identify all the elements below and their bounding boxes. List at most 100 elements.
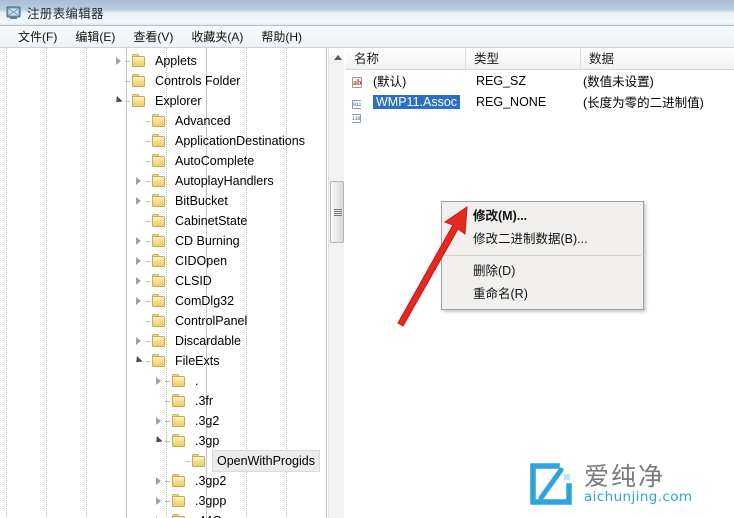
tree-connector xyxy=(165,420,170,422)
expand-arrow-icon[interactable] xyxy=(152,491,165,511)
menu-edit[interactable]: 编辑(E) xyxy=(66,26,124,48)
scroll-up-arrow-icon[interactable] xyxy=(329,48,344,64)
folder-icon xyxy=(151,294,167,308)
tree-item[interactable]: CabinetState xyxy=(0,211,344,231)
context-menu[interactable]: 修改(M)... 修改二进制数据(B)... 删除(D) 重命名(R) xyxy=(441,201,644,310)
tree-connector xyxy=(145,280,150,282)
value-row[interactable]: 011 110 WMP11.Assoc REG_NONE (长度为零的二进制值) xyxy=(346,91,734,123)
tree-connector xyxy=(145,340,150,342)
list-rows: ab (默认) REG_SZ (数值未设置) 011 110 WMP11.Assoc REG_… xyxy=(346,70,734,123)
tree-item[interactable]: .3fr xyxy=(0,391,344,411)
tree-item[interactable]: . xyxy=(0,371,344,391)
tree-connector xyxy=(165,440,170,442)
tree-item[interactable]: AutoplayHandlers xyxy=(0,171,344,191)
tree-item[interactable]: CLSID xyxy=(0,271,344,291)
string-value-icon: ab xyxy=(352,76,363,88)
expand-arrow-icon[interactable] xyxy=(132,331,145,351)
tree-item[interactable]: .3gpp xyxy=(0,491,344,511)
tree-item[interactable]: Discardable xyxy=(0,331,344,351)
tree-scrollbar[interactable] xyxy=(328,48,344,518)
folder-icon xyxy=(151,254,167,268)
tree-item-label: .3gpp xyxy=(195,494,227,508)
registry-tree-pane[interactable]: Applets Controls Folder Explorer Advanced Ap… xyxy=(0,48,345,518)
tree-connector xyxy=(165,400,170,402)
tree-item[interactable]: Advanced xyxy=(0,111,344,131)
tree-item[interactable]: Explorer xyxy=(0,91,344,111)
context-menu-modify-binary[interactable]: 修改二进制数据(B)... xyxy=(442,228,643,251)
expand-arrow-icon[interactable] xyxy=(152,411,165,431)
context-menu-modify[interactable]: 修改(M)... xyxy=(442,205,643,228)
folder-icon xyxy=(191,454,207,468)
expand-arrow-icon[interactable] xyxy=(132,271,145,291)
folder-icon xyxy=(171,394,187,408)
folder-icon xyxy=(131,74,147,88)
menu-view[interactable]: 查看(V) xyxy=(124,26,182,48)
expand-arrow-icon[interactable] xyxy=(152,471,165,491)
expand-arrow-icon[interactable] xyxy=(152,511,165,518)
tree-connector xyxy=(125,60,130,62)
value-data: (长度为零的二进制值) xyxy=(583,96,704,110)
folder-icon xyxy=(151,214,167,228)
tree-item[interactable]: ControlPanel xyxy=(0,311,344,331)
tree-connector xyxy=(125,100,130,102)
tree-item[interactable]: OpenWithProgids xyxy=(0,450,344,472)
tree-connector xyxy=(145,300,150,302)
tree-item[interactable]: .3g2 xyxy=(0,411,344,431)
tree-item-label: ApplicationDestinations xyxy=(175,134,305,148)
tree-item[interactable]: .3gp xyxy=(0,431,344,451)
tree-item[interactable]: AutoComplete xyxy=(0,151,344,171)
column-type[interactable]: 类型 xyxy=(466,47,581,70)
menu-bar: 文件(F) 编辑(E) 查看(V) 收藏夹(A) 帮助(H) xyxy=(0,26,734,48)
folder-icon xyxy=(131,54,147,68)
column-data[interactable]: 数据 xyxy=(581,48,734,70)
tree-item[interactable]: CD Burning xyxy=(0,231,344,251)
scrollbar-grip-icon xyxy=(334,209,342,216)
tree-item-label: Discardable xyxy=(175,334,242,348)
collapse-arrow-icon[interactable] xyxy=(132,351,145,371)
folder-icon xyxy=(131,94,147,108)
expand-arrow-icon[interactable] xyxy=(132,231,145,251)
tree-item[interactable]: ApplicationDestinations xyxy=(0,131,344,151)
menu-help[interactable]: 帮助(H) xyxy=(252,26,311,48)
tree-item-label: FileExts xyxy=(175,354,220,368)
tree-item[interactable]: CIDOpen xyxy=(0,251,344,271)
tree-item[interactable]: .3gp2 xyxy=(0,471,344,491)
title-bar: 注册表编辑器 xyxy=(0,0,734,26)
list-header: 名称 类型 数据 xyxy=(346,47,734,70)
registry-editor-window: 注册表编辑器 文件(F) 编辑(E) 查看(V) 收藏夹(A) 帮助(H) Ap… xyxy=(0,0,734,518)
tree-item[interactable]: ComDlg32 xyxy=(0,291,344,311)
scrollbar-thumb[interactable] xyxy=(330,181,344,243)
expand-arrow-icon[interactable] xyxy=(132,251,145,271)
expand-arrow-icon[interactable] xyxy=(132,171,145,191)
context-menu-delete[interactable]: 删除(D) xyxy=(442,260,643,283)
binary-value-icon: 011 110 xyxy=(352,99,362,123)
collapse-arrow-icon[interactable] xyxy=(152,431,165,451)
tree-item-label: . xyxy=(195,374,199,388)
tree-item[interactable]: Controls Folder xyxy=(0,71,344,91)
expand-arrow-icon[interactable] xyxy=(112,51,125,71)
tree-item-label: CabinetState xyxy=(175,214,248,228)
expand-arrow-icon[interactable] xyxy=(132,191,145,211)
tree-connector xyxy=(145,320,150,322)
menu-file[interactable]: 文件(F) xyxy=(9,26,66,48)
tree-item[interactable]: FileExts xyxy=(0,351,344,371)
tree-item[interactable]: BitBucket xyxy=(0,191,344,211)
folder-icon xyxy=(171,494,187,508)
tree-item-label: .3gp xyxy=(195,434,220,448)
expand-arrow-icon[interactable] xyxy=(132,291,145,311)
collapse-arrow-icon[interactable] xyxy=(112,91,125,111)
tree-item[interactable]: Applets xyxy=(0,51,344,71)
context-menu-rename[interactable]: 重命名(R) xyxy=(442,283,643,306)
menu-favorites[interactable]: 收藏夹(A) xyxy=(182,26,252,48)
value-name: (默认) xyxy=(373,75,407,89)
tree-item[interactable]: .44C xyxy=(0,511,344,518)
tree-item-label: Advanced xyxy=(175,114,231,128)
expand-arrow-icon[interactable] xyxy=(152,371,165,391)
value-row[interactable]: ab (默认) REG_SZ (数值未设置) xyxy=(346,70,734,91)
column-name[interactable]: 名称 xyxy=(346,47,466,70)
tree-connector xyxy=(145,240,150,242)
tree-item-label: CD Burning xyxy=(175,234,240,248)
